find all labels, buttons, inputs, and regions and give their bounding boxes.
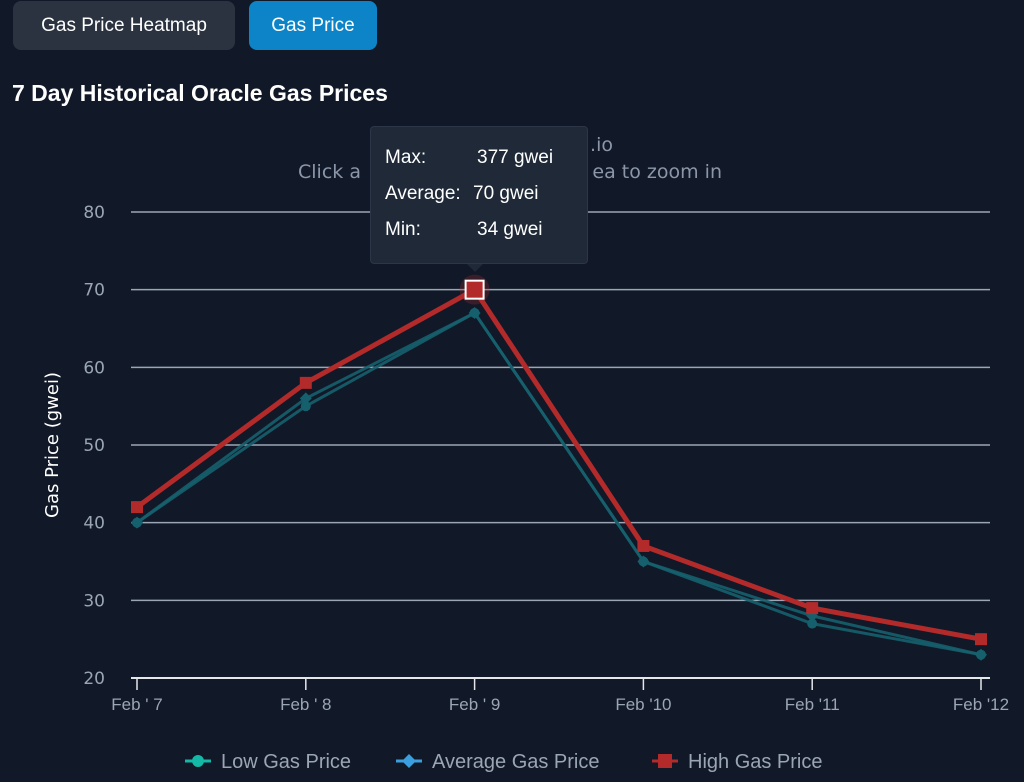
legend-item-2[interactable]: High Gas Price (688, 751, 823, 773)
data-point-high (806, 602, 819, 615)
y-tick-label: 70 (83, 281, 105, 301)
chart-tooltip: Max: 377 gwei Average: 70 gwei Min: 34 gwei (370, 126, 588, 264)
series-line-2 (135, 286, 982, 642)
data-point-high (637, 539, 650, 552)
chart-subtitle-line2: Click a (298, 161, 361, 183)
y-tick-label: 20 (83, 669, 105, 689)
tooltip-min-value: 34 gwei (477, 219, 543, 240)
x-tick-label: Feb '10 (615, 695, 671, 714)
tooltip-max-label: Max: (385, 147, 427, 168)
data-point-average (975, 648, 987, 661)
chart-subtitle: .io (590, 134, 613, 156)
series-line-1 (136, 311, 982, 657)
series-line-0 (136, 310, 982, 657)
y-tick-label: 80 (83, 203, 105, 223)
data-point-high (464, 279, 485, 300)
tooltip-max-value: 377 gwei (477, 147, 554, 168)
legend-square-icon (658, 754, 672, 768)
data-point-high (131, 501, 143, 514)
y-axis-label: Gas Price (gwei) (42, 372, 63, 518)
x-tick-label: Feb ' 7 (111, 695, 162, 714)
data-point-high (299, 376, 312, 389)
tooltip-min-label: Min: (385, 219, 421, 240)
y-tick-label: 50 (83, 436, 105, 456)
x-tick-label: Feb '12 (953, 695, 1009, 714)
tooltip-avg-value: 70 gwei (473, 183, 539, 204)
x-tick-label: Feb '11 (785, 695, 840, 714)
gas-price-chart[interactable]: .io Click a ea to zoom in 20 30 40 50 60 70 80 Gas… (0, 0, 1024, 782)
legend-item-1[interactable]: Average Gas Price (432, 751, 600, 773)
y-tick-label: 30 (83, 591, 105, 611)
data-point-high (975, 633, 987, 646)
y-tick-label: 60 (83, 358, 105, 378)
x-tick-label: Feb ' 9 (449, 695, 500, 714)
legend-item-0[interactable]: Low Gas Price (221, 751, 351, 773)
y-tick-label: 40 (83, 514, 105, 534)
legend-diamond-icon (402, 754, 416, 768)
x-tick-label: Feb ' 8 (280, 695, 331, 714)
chart-subtitle-line2-end: ea to zoom in (592, 161, 722, 183)
legend-circle-icon (192, 755, 204, 767)
tooltip-avg-label: Average: (385, 183, 461, 204)
